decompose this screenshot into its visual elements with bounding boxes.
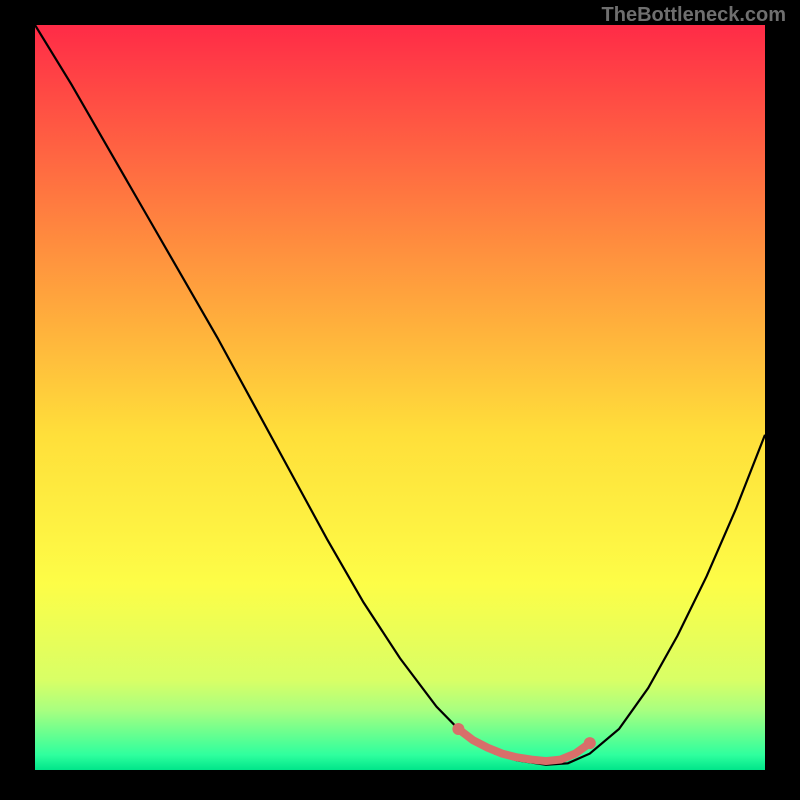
watermark-text: TheBottleneck.com: [602, 4, 786, 27]
chart-container: [35, 25, 765, 770]
highlight-dot: [584, 737, 596, 749]
highlight-dot: [452, 723, 464, 735]
bottleneck-chart: [35, 25, 765, 770]
